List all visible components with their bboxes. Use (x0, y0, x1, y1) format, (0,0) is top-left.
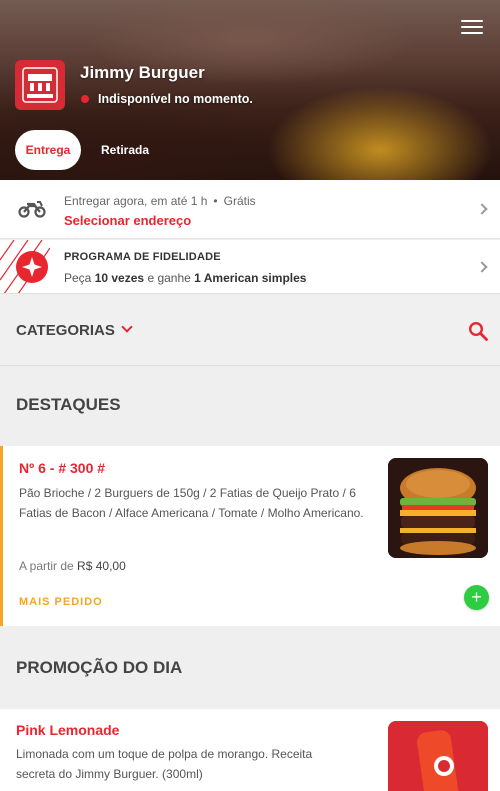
delivery-fee: Grátis (223, 194, 256, 208)
loyalty-title: PROGRAMA DE FIDELIDADE (64, 251, 221, 263)
price-value: R$ 40,00 (77, 559, 126, 573)
most-ordered-badge: MAIS PEDIDO (19, 596, 103, 608)
categories-dropdown[interactable]: CATEGORIAS (16, 322, 115, 339)
section-title-daily-promo: PROMOÇÃO DO DIA (16, 658, 183, 677)
status-dot-icon (81, 95, 89, 103)
delivery-time: Entregar agora, em até 1 h (64, 194, 208, 208)
menu-icon[interactable] (461, 20, 483, 36)
star-badge-icon (16, 251, 48, 283)
store-logo (15, 60, 65, 110)
select-address-link[interactable]: Selecionar endereço (64, 213, 191, 228)
product-card[interactable]: Pink Lemonade Limonada com um toque de p… (0, 709, 500, 791)
burger-image[interactable] (388, 458, 488, 558)
chevron-right-icon (476, 261, 488, 273)
loyalty-description: Peça 10 vezes e ganhe 1 American simples (64, 271, 306, 285)
motorcycle-icon (18, 201, 46, 218)
product-description: Pão Brioche / 2 Burguers de 150g / 2 Fat… (19, 486, 364, 520)
loyalty-reward: 1 American simples (194, 271, 307, 285)
store-status-text: Indisponível no momento. (98, 92, 253, 106)
store-status: Indisponível no momento. (81, 92, 253, 106)
product-name: Nº 6 - # 300 # (19, 460, 106, 476)
product-description: Limonada com um toque de polpa de morang… (16, 747, 313, 781)
chevron-down-icon[interactable] (121, 321, 133, 333)
categories-bar: CATEGORIAS (0, 296, 500, 366)
product-card[interactable]: Nº 6 - # 300 # Pão Brioche / 2 Burguers … (0, 446, 500, 626)
loyalty-count: 10 vezes (94, 271, 145, 285)
loyalty-prefix: Peça (64, 271, 92, 285)
delivery-row[interactable]: Entregar agora, em até 1 h • Grátis Seleci… (0, 180, 500, 239)
delivery-separator: • (213, 194, 218, 208)
tab-delivery[interactable]: Entrega (15, 130, 81, 170)
delivery-info: Entregar agora, em até 1 h • Grátis (64, 194, 256, 208)
store-name: Jimmy Burguer (80, 63, 205, 82)
loyalty-middle: e ganhe (147, 271, 191, 285)
tab-pickup[interactable]: Retirada (90, 130, 160, 170)
lemonade-image[interactable] (388, 721, 488, 791)
logo-mark-icon (22, 67, 58, 103)
product-name: Pink Lemonade (16, 722, 120, 738)
loyalty-row[interactable]: PROGRAMA DE FIDELIDADE Peça 10 vezes e g… (0, 240, 500, 294)
hero-banner: Jimmy Burguer Indisponível no momento. E… (0, 0, 500, 180)
add-to-cart-button[interactable]: + (464, 585, 489, 610)
price-prefix: A partir de (19, 559, 74, 573)
lemonade-bottle-illustration (388, 721, 488, 791)
section-title-highlights: DESTAQUES (16, 395, 121, 414)
search-icon[interactable] (468, 321, 488, 341)
chevron-right-icon (476, 203, 488, 215)
star-icon (22, 257, 42, 277)
store-page: Jimmy Burguer Indisponível no momento. E… (0, 0, 500, 791)
product-price: A partir de R$ 40,00 (19, 559, 126, 573)
burger-illustration (388, 458, 488, 558)
